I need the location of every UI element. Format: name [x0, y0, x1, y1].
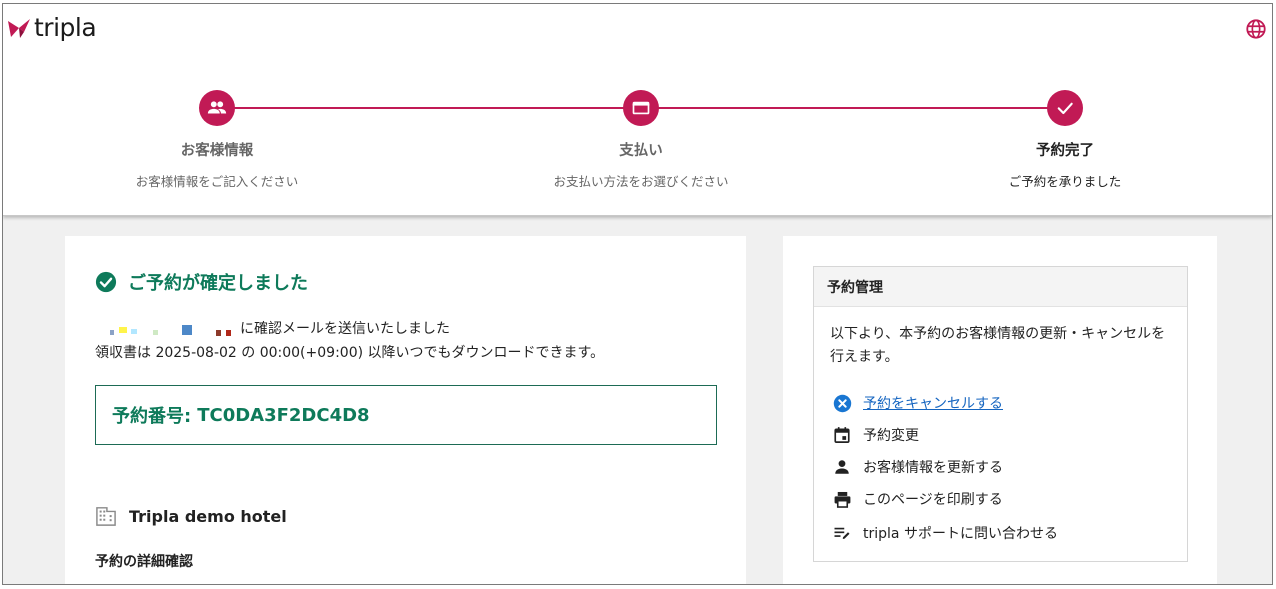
details-heading: 予約の詳細確認	[95, 554, 193, 570]
mail-sent-message: に確認メールを送信いたしました	[95, 318, 450, 338]
tripla-logo-icon	[8, 19, 30, 38]
step-complete: 予約完了 ご予約を承りました	[915, 90, 1215, 190]
mail-sent-text: に確認メールを送信いたしました	[240, 321, 450, 337]
print-page-action[interactable]: このページを印刷する	[832, 489, 1003, 509]
step-subtitle: お客様情報をご記入ください	[135, 174, 299, 189]
step-title: 支払い	[619, 143, 663, 159]
people-icon	[207, 101, 227, 114]
change-booking-label[interactable]: 予約変更	[863, 425, 919, 445]
check-circle-icon	[95, 271, 117, 293]
booking-number-box: 予約番号: TC0DA3F2DC4D8	[95, 385, 717, 445]
step-payment: 支払い お支払い方法をお選びください	[491, 90, 791, 190]
step-circle	[1047, 90, 1083, 126]
print-icon	[832, 489, 852, 509]
support-icon	[832, 523, 852, 543]
confirmation-title: ご予約が確定しました	[128, 273, 308, 294]
change-booking-action[interactable]: 予約変更	[832, 425, 919, 445]
booking-management-panel: 予約管理 以下より、本予約のお客様情報の更新・キャンセルを行えます。 予約をキャ…	[813, 266, 1188, 562]
credit-card-icon	[632, 101, 650, 115]
hotel-info: Tripla demo hotel	[95, 506, 287, 526]
logo-text: tripla	[34, 13, 97, 42]
confirmation-card: ご予約が確定しました に確認メールを送信いたしました 領収書は 2025-08-…	[65, 236, 746, 584]
step-circle	[199, 90, 235, 126]
cancel-booking-action[interactable]: 予約をキャンセルする	[832, 393, 1003, 413]
management-heading: 予約管理	[814, 267, 1187, 307]
check-icon	[1057, 102, 1073, 115]
calendar-icon	[832, 425, 852, 445]
cancel-icon	[832, 393, 852, 413]
contact-support-action[interactable]: tripla サポートに問い合わせる	[832, 523, 1058, 543]
booking-number-label: 予約番号:	[112, 406, 192, 427]
confirmation-heading: ご予約が確定しました	[95, 269, 308, 295]
cancel-booking-link[interactable]: 予約をキャンセルする	[863, 393, 1003, 413]
update-guest-info-label[interactable]: お客様情報を更新する	[863, 457, 1003, 477]
header: tripla お客様情報 お客様情報をご記入ください 支払い お支払い方法をお選…	[3, 4, 1272, 216]
booking-number: TC0DA3F2DC4D8	[197, 404, 370, 426]
person-icon	[832, 457, 852, 477]
contact-support-label[interactable]: tripla サポートに問い合わせる	[863, 523, 1058, 543]
step-title: 予約完了	[1036, 143, 1094, 159]
globe-icon[interactable]	[1245, 18, 1267, 40]
update-guest-info-action[interactable]: お客様情報を更新する	[832, 457, 1003, 477]
step-customer-info: お客様情報 お客様情報をご記入ください	[67, 90, 367, 190]
step-subtitle: ご予約を承りました	[1008, 174, 1122, 189]
management-description: 以下より、本予約のお客様情報の更新・キャンセルを行えます。	[830, 326, 1166, 365]
page-frame: tripla お客様情報 お客様情報をご記入ください 支払い お支払い方法をお選…	[2, 3, 1273, 585]
redacted-email	[95, 320, 240, 336]
logo[interactable]: tripla	[7, 13, 97, 42]
side-card: 予約管理 以下より、本予約のお客様情報の更新・キャンセルを行えます。 予約をキャ…	[783, 236, 1217, 584]
hotel-name: Tripla demo hotel	[129, 506, 287, 526]
building-icon	[96, 507, 116, 526]
print-page-label[interactable]: このページを印刷する	[863, 489, 1003, 509]
step-subtitle: お支払い方法をお選びください	[553, 174, 729, 189]
receipt-note: 領収書は 2025-08-02 の 00:00(+09:00) 以降いつでもダウ…	[95, 345, 605, 361]
step-circle	[623, 90, 659, 126]
step-title: お客様情報	[180, 143, 254, 159]
